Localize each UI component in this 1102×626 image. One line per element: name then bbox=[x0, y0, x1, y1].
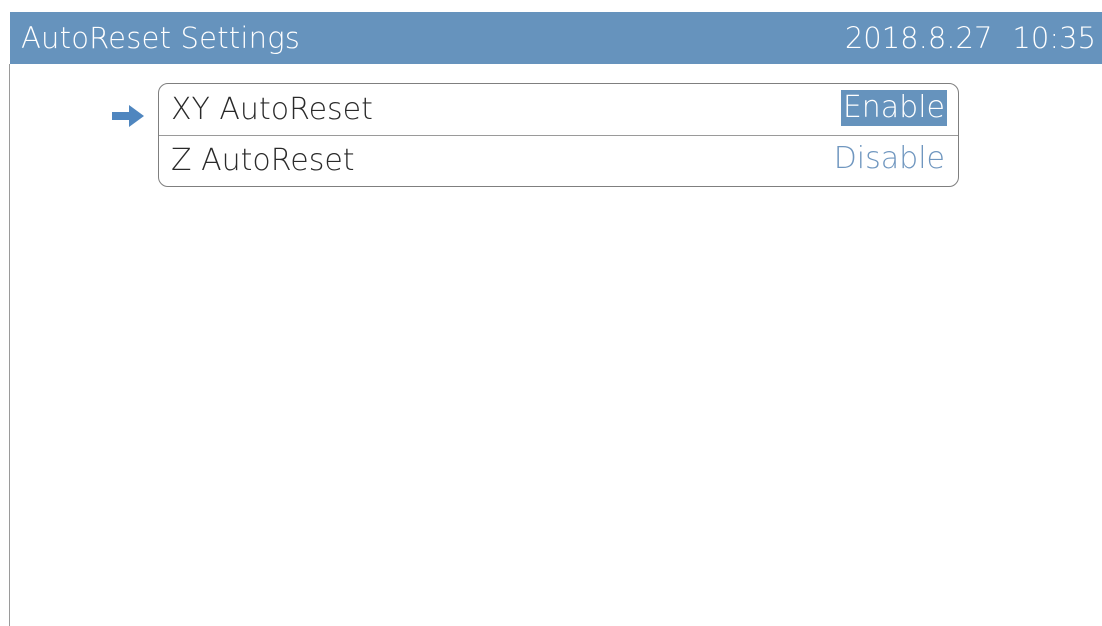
arrow-right-icon bbox=[112, 105, 144, 127]
setting-label-z-autoreset: Z AutoReset bbox=[171, 143, 355, 178]
page-title: AutoReset Settings bbox=[21, 21, 301, 55]
setting-row-z-autoreset[interactable]: Z AutoReset Disable bbox=[159, 135, 958, 186]
settings-list: XY AutoReset Enable Z AutoReset Disable bbox=[158, 83, 959, 187]
setting-row-xy-autoreset[interactable]: XY AutoReset Enable bbox=[159, 84, 958, 136]
date-text: 2018.8.27 bbox=[844, 21, 993, 55]
title-bar: AutoReset Settings 2018.8.27 10:35 bbox=[10, 12, 1102, 64]
setting-label-xy-autoreset: XY AutoReset bbox=[171, 92, 373, 127]
time-text: 10:35 bbox=[1012, 21, 1096, 55]
setting-value-z-autoreset[interactable]: Disable bbox=[832, 141, 947, 177]
screen-left-edge bbox=[9, 64, 10, 626]
setting-value-xy-autoreset[interactable]: Enable bbox=[840, 90, 947, 126]
datetime-display: 2018.8.27 10:35 bbox=[845, 21, 1096, 55]
